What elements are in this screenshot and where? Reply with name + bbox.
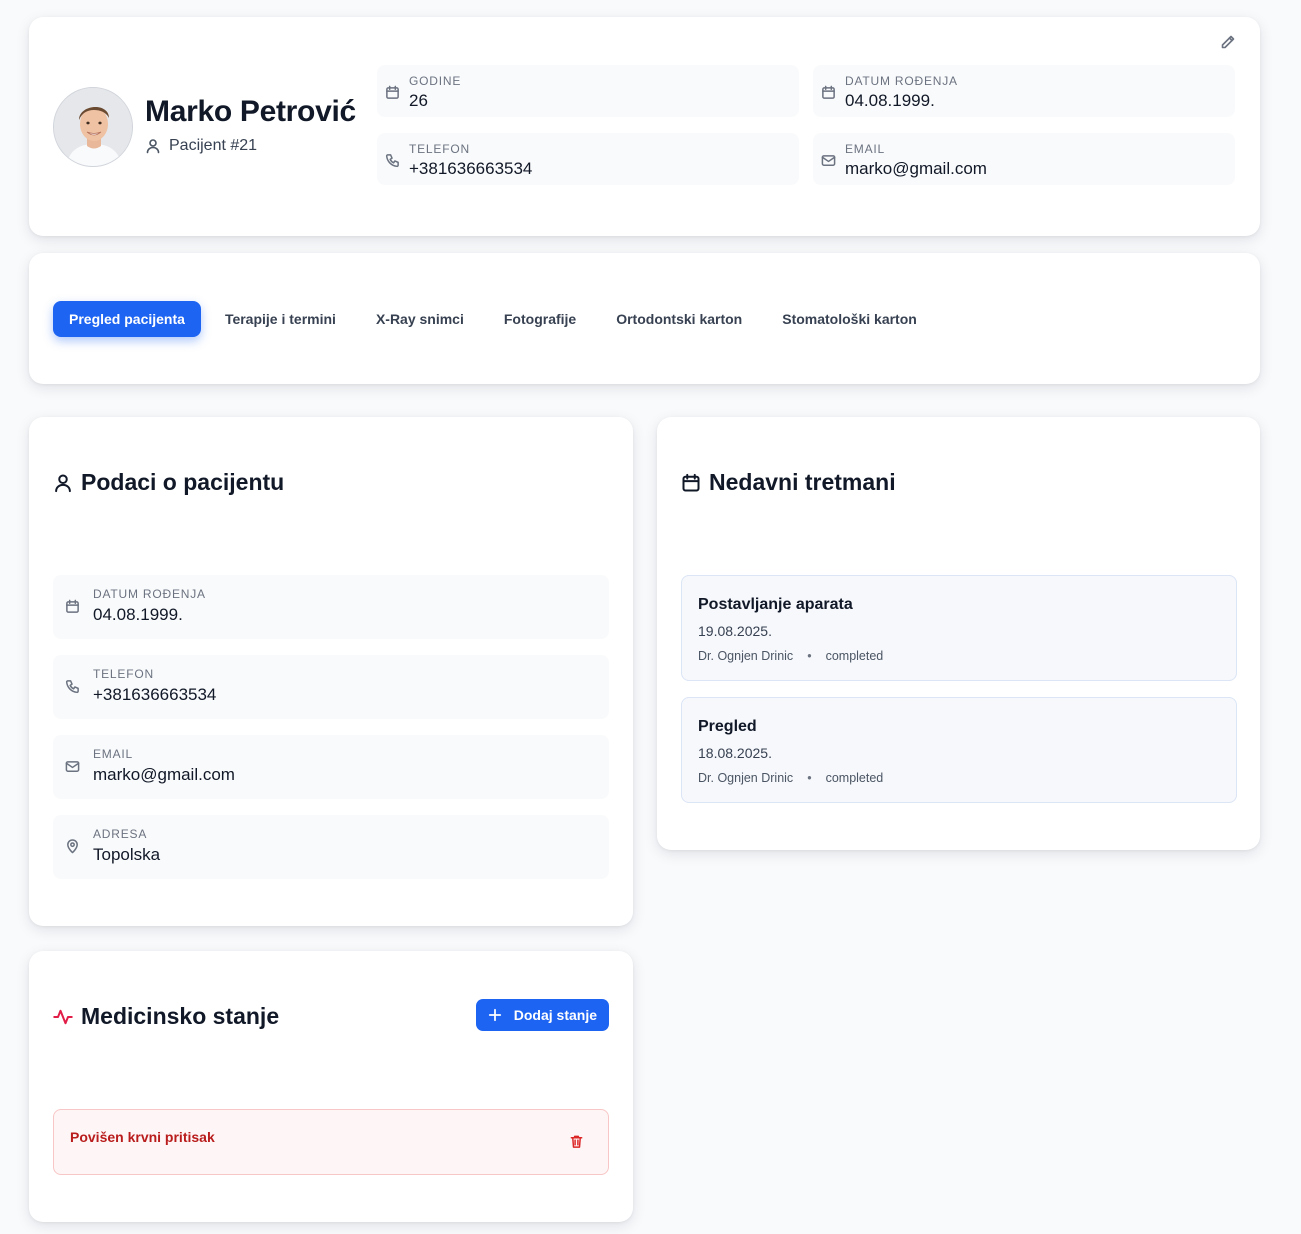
treatment-item[interactable]: Postavljanje aparata 19.08.2025. Dr. Ogn… [681,575,1237,681]
patient-data-card: Podaci o pacijentu DATUM ROĐENJA 04.08.1… [29,417,633,926]
patient-header-card: Marko Petrović Pacijent #21 GODINE 26 DA… [29,17,1260,236]
treatment-meta: Dr. Ognjen Drinic • completed [698,771,883,785]
tab-stomatoloski-karton[interactable]: Stomatološki karton [766,301,933,337]
plus-icon[interactable] [488,1008,502,1022]
calendar-icon [821,85,836,100]
map-pin-icon [65,839,80,854]
tab-fotografije[interactable]: Fotografije [488,301,592,337]
user-icon [145,138,161,154]
tab-pregled-pacijenta[interactable]: Pregled pacijenta [53,301,201,337]
phone-icon [65,679,80,694]
tabs-card: Pregled pacijenta Terapije i termini X-R… [29,253,1260,384]
separator-dot: • [807,771,812,785]
treatment-name: Pregled [698,718,757,735]
detail-label: ADRESA [93,827,148,841]
info-value: +381636663534 [409,159,533,178]
activity-icon [53,1007,73,1027]
treatment-status: completed [825,771,884,785]
info-label: GODINE [409,74,462,88]
user-icon [53,473,73,493]
info-value: 04.08.1999. [845,91,935,110]
info-email: EMAIL marko@gmail.com [813,133,1235,185]
info-birthdate: DATUM ROĐENJA 04.08.1999. [813,65,1235,117]
tab-xray-snimci[interactable]: X-Ray snimci [360,301,480,337]
info-value: marko@gmail.com [845,159,987,178]
info-phone: TELEFON +381636663534 [377,133,799,185]
trash-icon[interactable] [569,1134,584,1149]
info-label: EMAIL [845,142,886,156]
tab-bar: Pregled pacijenta Terapije i termini X-R… [53,301,941,337]
detail-birthdate: DATUM ROĐENJA 04.08.1999. [53,575,609,639]
treatment-doctor: Dr. Ognjen Drinic [698,771,794,785]
pencil-icon[interactable] [1220,34,1236,50]
calendar-icon [65,599,80,614]
avatar [53,87,133,167]
treatment-doctor: Dr. Ognjen Drinic [698,649,794,663]
detail-value: +381636663534 [93,685,217,704]
calendar-icon [385,85,400,100]
patient-id: Pacijent #21 [145,137,257,155]
treatments-title: Nedavni tretmani [681,469,896,496]
condition-item: Povišen krvni pritisak [53,1109,609,1175]
add-condition-button[interactable]: Dodaj stanje [475,999,609,1031]
card-title-text: Podaci o pacijentu [81,469,285,495]
treatment-date: 18.08.2025. [698,745,772,761]
info-label: TELEFON [409,142,470,156]
treatment-meta: Dr. Ognjen Drinic • completed [698,649,883,663]
treatment-name: Postavljanje aparata [698,596,853,613]
detail-label: EMAIL [93,747,134,761]
detail-value: 04.08.1999. [93,605,183,624]
detail-label: DATUM ROĐENJA [93,587,206,601]
patient-name: Marko Petrović [145,95,356,128]
detail-label: TELEFON [93,667,154,681]
mail-icon [821,153,836,168]
medical-condition-card: Medicinsko stanje Dodaj stanje Povišen k… [29,951,633,1222]
detail-value: marko@gmail.com [93,765,235,784]
calendar-icon [681,473,701,493]
patient-data-title: Podaci o pacijentu [53,469,284,496]
edit-button[interactable] [1220,34,1236,50]
detail-address: ADRESA Topolska [53,815,609,879]
info-value: 26 [409,91,428,110]
tab-ortodontski-karton[interactable]: Ortodontski karton [600,301,758,337]
info-label: DATUM ROĐENJA [845,74,958,88]
mail-icon [65,759,80,774]
medical-title: Medicinsko stanje [53,1003,279,1030]
info-age: GODINE 26 [377,65,799,117]
treatment-date: 19.08.2025. [698,623,772,639]
detail-value: Topolska [93,845,161,864]
card-title-text: Medicinsko stanje [81,1003,280,1029]
phone-icon [385,153,400,168]
condition-name: Povišen krvni pritisak [70,1129,215,1145]
separator-dot: • [807,649,812,663]
recent-treatments-card: Nedavni tretmani Postavljanje aparata 19… [657,417,1260,850]
tab-terapije-i-termini[interactable]: Terapije i termini [209,301,352,337]
patient-id-label: Pacijent #21 [169,137,258,154]
treatment-status: completed [825,649,884,663]
add-condition-label[interactable]: Dodaj stanje [514,1007,597,1023]
detail-phone: TELEFON +381636663534 [53,655,609,719]
treatment-item[interactable]: Pregled 18.08.2025. Dr. Ognjen Drinic • … [681,697,1237,803]
card-title-text: Nedavni tretmani [709,469,896,495]
detail-email: EMAIL marko@gmail.com [53,735,609,799]
